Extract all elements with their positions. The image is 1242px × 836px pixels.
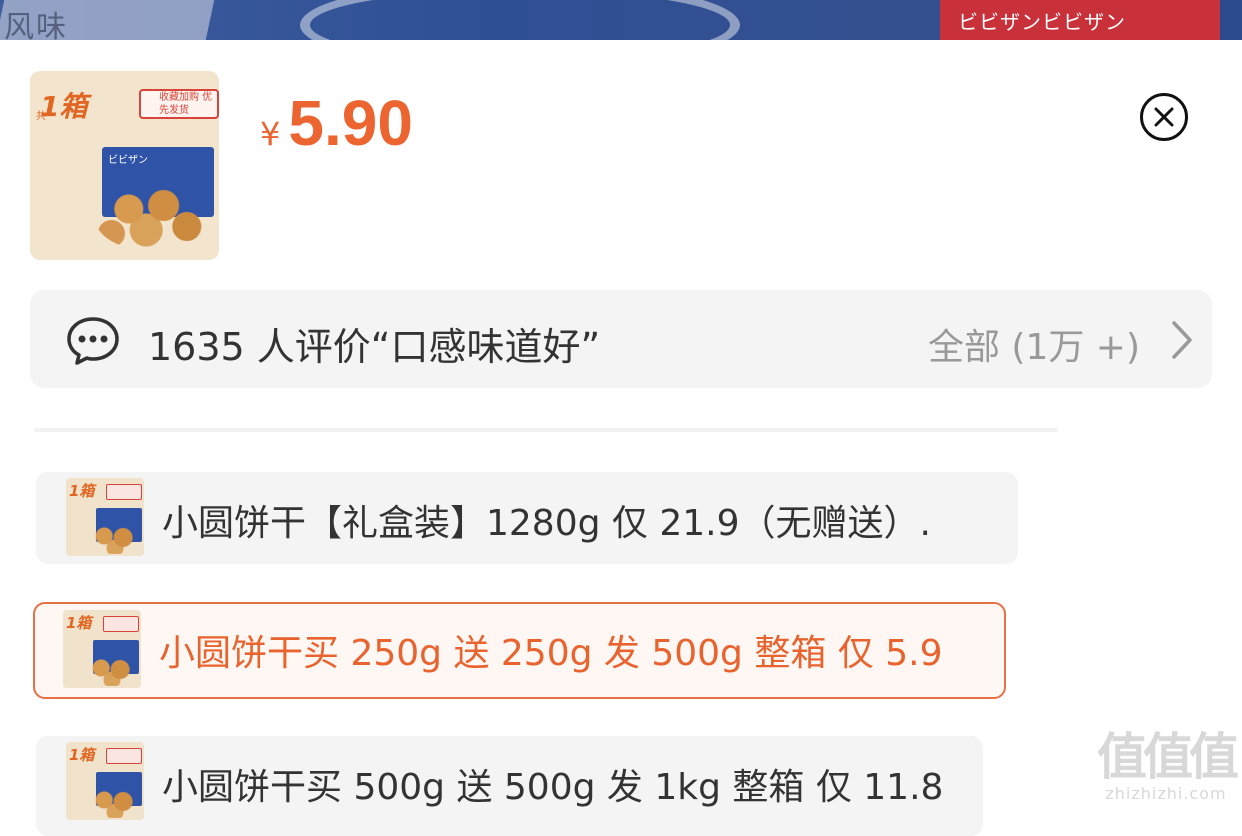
currency-symbol: ¥ (260, 115, 281, 153)
sku-option-label: 小圆饼干买 250g 送 250g 发 500g 整箱 仅 5.9 (159, 633, 943, 674)
thumbnail-cookies-art (94, 181, 210, 251)
watermark-logo: 值值值 (1097, 728, 1239, 786)
sku-option-thumb-tag: 1箱 (69, 482, 95, 500)
sku-option-thumbnail: 1箱 (66, 742, 144, 820)
sku-option-thumbnail: 1箱 (63, 610, 141, 688)
product-thumbnail[interactable]: 1箱 共 收藏加购 优先发货 ビビザン (30, 71, 219, 260)
sku-option-label: 小圆饼干买 500g 送 500g 发 1kg 整箱 仅 11.8 (162, 767, 944, 808)
product-banner: 风味 ビビザンビビザン (0, 0, 1242, 40)
sku-option-thumb-badge (106, 484, 142, 500)
thumbnail-box-label: ビビザン (108, 155, 148, 166)
close-button[interactable] (1140, 93, 1188, 141)
sku-option-thumb-cookies (88, 788, 142, 818)
thumbnail-tag-prefix: 共 (36, 111, 46, 122)
sku-option-thumb-badge (103, 616, 139, 632)
sku-option-label: 小圆饼干【礼盒装】1280g 仅 21.9（无赠送）. (162, 503, 931, 544)
chat-bubble-icon (67, 317, 119, 365)
sku-option-thumb-cookies (88, 524, 142, 554)
sku-option-thumb-tag: 1箱 (66, 614, 92, 632)
chevron-right-icon (1172, 321, 1192, 359)
banner-text: ビビザンビビザン (958, 10, 1126, 34)
thumbnail-badge: 收藏加购 优先发货 (139, 89, 219, 119)
price: ¥5.90 (260, 86, 413, 160)
sku-option-thumbnail: 1箱 (66, 478, 144, 556)
sku-option-selected[interactable]: 1箱 小圆饼干买 250g 送 250g 发 500g 整箱 仅 5.9 (33, 602, 1006, 699)
watermark-url: zhizhizhi.com (1105, 784, 1227, 803)
sku-option-thumb-cookies (85, 656, 139, 686)
sku-option[interactable]: 1箱 小圆饼干【礼盒装】1280g 仅 21.9（无赠送）. (36, 472, 1018, 564)
banner-text: 风味 (4, 10, 68, 40)
sku-option-thumb-badge (106, 748, 142, 764)
divider (34, 428, 1058, 432)
thumbnail-tag: 1箱 (40, 90, 88, 123)
close-icon (1154, 107, 1174, 127)
review-summary-text: 1635 人评价“口感味道好” (148, 325, 601, 369)
banner-decoration (300, 0, 740, 40)
sku-option-thumb-tag: 1箱 (69, 746, 95, 764)
sku-option[interactable]: 1箱 小圆饼干买 500g 送 500g 发 1kg 整箱 仅 11.8 (36, 736, 983, 836)
price-amount: 5.90 (288, 87, 413, 159)
site-watermark: 值值值 zhizhizhi.com (1096, 728, 1239, 803)
review-summary-bar[interactable]: 1635 人评价“口感味道好” 全部 (1万 +) (30, 290, 1212, 388)
review-all-link[interactable]: 全部 (1万 +) (928, 318, 1140, 370)
